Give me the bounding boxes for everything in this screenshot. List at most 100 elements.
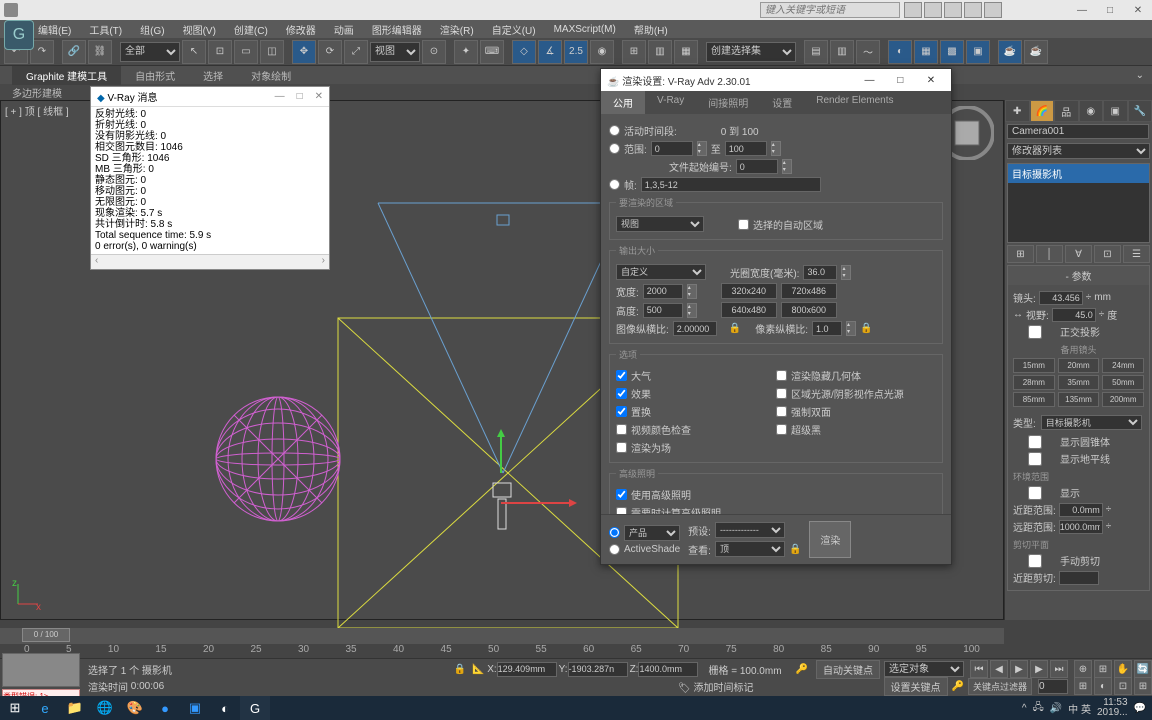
nav-1[interactable]: ⊕ bbox=[1074, 660, 1092, 678]
keyfilter-button[interactable]: 关键点过滤器 bbox=[968, 678, 1032, 695]
keymode-select[interactable]: 选定对象 bbox=[884, 661, 964, 677]
rs-preset-1[interactable]: 320x240 bbox=[721, 283, 777, 299]
rs-viewport-select[interactable]: 顶 bbox=[715, 541, 785, 557]
menu-tools[interactable]: 工具(T) bbox=[89, 22, 122, 37]
frame-input[interactable] bbox=[1038, 679, 1068, 694]
menu-edit[interactable]: 编辑(E) bbox=[38, 22, 71, 37]
percentsnap-button[interactable]: 2.5 bbox=[564, 40, 588, 64]
nearclip-input[interactable] bbox=[1059, 571, 1099, 585]
nav-6[interactable]: ◐ bbox=[1094, 677, 1112, 695]
menu-maxscript[interactable]: MAXScript(M) bbox=[554, 24, 616, 35]
stack-btn-2[interactable]: │ bbox=[1036, 245, 1063, 263]
tab-freeform[interactable]: 自由形式 bbox=[121, 66, 189, 85]
autokey-button[interactable]: 自动关键点 bbox=[816, 660, 880, 679]
refcoord-dropdown[interactable]: 视图 bbox=[370, 42, 420, 62]
cmd-tab-create[interactable]: ✚ bbox=[1005, 100, 1030, 122]
lens-28[interactable]: 28mm bbox=[1013, 375, 1055, 390]
rotate-button[interactable]: ⟳ bbox=[318, 40, 342, 64]
rs-opt-vidcolor[interactable] bbox=[616, 424, 627, 435]
lens-20[interactable]: 20mm bbox=[1058, 358, 1100, 373]
menu-view[interactable]: 视图(V) bbox=[183, 22, 216, 37]
object-name-input[interactable] bbox=[1007, 124, 1149, 139]
rs-opt-effects[interactable] bbox=[616, 388, 627, 399]
rs-tab-common[interactable]: 公用 bbox=[601, 91, 645, 114]
time-slider-handle[interactable]: 0 / 100 bbox=[22, 628, 70, 642]
show-check[interactable] bbox=[1013, 486, 1057, 500]
vray-messages-window[interactable]: ◆ V-Ray 消息 — □ ✕ 反射光线: 0 折射光线: 0 没有阴影光线:… bbox=[90, 86, 330, 270]
tb-app2[interactable]: ● bbox=[150, 696, 180, 720]
coord-x[interactable] bbox=[497, 662, 557, 677]
add-time-tag[interactable]: 添加时间标记 bbox=[694, 683, 754, 694]
lens-input[interactable] bbox=[1039, 291, 1083, 305]
lens-200[interactable]: 200mm bbox=[1102, 392, 1144, 407]
camera-type-select[interactable]: 目标摄影机 bbox=[1041, 415, 1142, 430]
rs-radio-active[interactable] bbox=[609, 125, 620, 136]
coord-z[interactable] bbox=[638, 662, 698, 677]
vraymsg-close-button[interactable]: ✕ bbox=[315, 91, 323, 102]
rollout-params-head[interactable]: - 参数 bbox=[1008, 266, 1149, 285]
tb-edge[interactable]: e bbox=[30, 696, 60, 720]
rs-opt-superblack[interactable] bbox=[776, 424, 787, 435]
stack-btn-4[interactable]: ⊡ bbox=[1094, 245, 1121, 263]
rs-radio-product[interactable] bbox=[609, 527, 620, 538]
rs-radio-range[interactable] bbox=[609, 143, 620, 154]
lens-135[interactable]: 135mm bbox=[1058, 392, 1100, 407]
render-button[interactable]: 渲染 bbox=[809, 521, 851, 558]
anim-prevframe[interactable]: ◀ bbox=[990, 660, 1008, 678]
rs-filebase[interactable] bbox=[736, 159, 778, 174]
stack-btn-5[interactable]: ☰ bbox=[1123, 245, 1150, 263]
rs-close-button[interactable]: ✕ bbox=[917, 75, 945, 86]
coord-y[interactable] bbox=[568, 662, 628, 677]
nav-5[interactable]: ⊞ bbox=[1074, 677, 1092, 695]
ortho-check[interactable] bbox=[1013, 325, 1057, 339]
render-production-button[interactable]: ▣ bbox=[966, 40, 990, 64]
select-region-button[interactable]: ▭ bbox=[234, 40, 258, 64]
rs-advlight-compute[interactable] bbox=[616, 507, 627, 514]
nav-7[interactable]: ⊡ bbox=[1114, 677, 1132, 695]
rs-opt-arealights[interactable] bbox=[776, 388, 787, 399]
named-selection-set[interactable]: 创建选择集 bbox=[706, 42, 796, 62]
menu-create[interactable]: 创建(C) bbox=[234, 22, 268, 37]
keyboard-button[interactable]: ⌨ bbox=[480, 40, 504, 64]
rs-tab-settings[interactable]: 设置 bbox=[760, 91, 804, 114]
mirror-button[interactable]: ▥ bbox=[648, 40, 672, 64]
start-button[interactable]: ⊞ bbox=[0, 696, 30, 720]
rs-opt-fields[interactable] bbox=[616, 442, 627, 453]
rs-tab-elements[interactable]: Render Elements bbox=[804, 91, 905, 114]
minimize-button[interactable]: — bbox=[1068, 0, 1096, 20]
vraymsg-min-button[interactable]: — bbox=[275, 91, 285, 102]
lens-85[interactable]: 85mm bbox=[1013, 392, 1055, 407]
tb-chrome[interactable]: 🌐 bbox=[90, 696, 120, 720]
render-setup-button[interactable]: ▦ bbox=[914, 40, 938, 64]
rs-aperture[interactable] bbox=[803, 265, 837, 280]
move-button[interactable]: ✥ bbox=[292, 40, 316, 64]
stack-item-camera[interactable]: 目标摄影机 bbox=[1008, 164, 1149, 183]
anim-nextframe[interactable]: ▶ bbox=[1030, 660, 1048, 678]
rs-opt-hidden[interactable] bbox=[776, 370, 787, 381]
rs-range-from[interactable] bbox=[651, 141, 693, 156]
manipulate-button[interactable]: ✦ bbox=[454, 40, 478, 64]
align-button[interactable]: ▦ bbox=[674, 40, 698, 64]
select-name-button[interactable]: ⊡ bbox=[208, 40, 232, 64]
rs-advlight-use[interactable] bbox=[616, 489, 627, 500]
time-slider[interactable]: 0 / 100 bbox=[0, 628, 1004, 644]
cmd-tab-hierarchy[interactable]: 品 bbox=[1054, 100, 1079, 122]
rs-opt-atmos[interactable] bbox=[616, 370, 627, 381]
rs-radio-activeshade[interactable] bbox=[609, 544, 620, 555]
snap-button[interactable]: ◇ bbox=[512, 40, 536, 64]
menu-animation[interactable]: 动画 bbox=[334, 22, 354, 37]
rs-output-type[interactable]: 自定义 bbox=[616, 264, 706, 280]
qat-btn-2[interactable] bbox=[924, 2, 942, 18]
rs-radio-frames[interactable] bbox=[609, 179, 620, 190]
rs-imgaspect[interactable] bbox=[673, 321, 717, 336]
qat-btn-3[interactable] bbox=[944, 2, 962, 18]
anim-play[interactable]: ▶ bbox=[1010, 660, 1028, 678]
script-thumb[interactable] bbox=[2, 653, 80, 687]
maximize-button[interactable]: □ bbox=[1096, 0, 1124, 20]
tray-up-icon[interactable]: ^ bbox=[1022, 703, 1027, 714]
rs-product-select[interactable]: 产品 bbox=[624, 525, 680, 541]
showcone-check[interactable] bbox=[1013, 435, 1057, 449]
menu-grapheditors[interactable]: 图形编辑器 bbox=[372, 22, 422, 37]
rendered-frame-button[interactable]: ▩ bbox=[940, 40, 964, 64]
modifier-list[interactable]: 修改器列表 bbox=[1007, 143, 1150, 159]
